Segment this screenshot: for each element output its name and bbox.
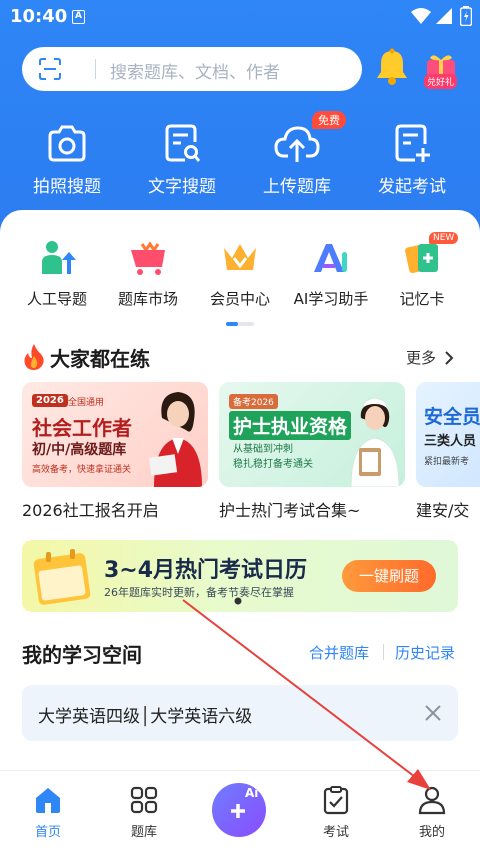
banner-point: 从基础到冲刺: [233, 444, 293, 455]
ai-assistant-icon: [314, 244, 347, 272]
text-search-icon: [165, 124, 201, 162]
nav-label: 我的: [418, 825, 445, 840]
camera-icon: [48, 125, 86, 162]
nav-add-ai-button[interactable]: Ai: [212, 783, 266, 837]
bell-icon[interactable]: [374, 48, 410, 86]
popular-title: 大家都在练: [50, 347, 150, 371]
feature-label: 发起考试: [378, 177, 446, 197]
grid-icon: [130, 786, 158, 814]
study-space-title: 我的学习空间: [22, 643, 142, 667]
banner-general-tag: 全国通用: [68, 398, 105, 408]
banner-title: 安全员: [424, 406, 480, 428]
nav-label: 首页: [34, 825, 61, 840]
banner-note: 高效备考，快速拿证通关: [32, 465, 132, 475]
banner-title: 社会工作者: [32, 416, 132, 440]
wifi-icon: [411, 8, 431, 24]
ai-badge: Ai: [245, 786, 259, 800]
user-icon: [418, 786, 446, 815]
market-cart-icon: [131, 241, 165, 275]
status-bar: 10:40 A: [0, 0, 480, 34]
feature-photo-search[interactable]: 拍照搜题: [17, 124, 117, 197]
person-illustration: [148, 392, 202, 487]
tool-label: 会员中心: [209, 290, 270, 308]
search-placeholder[interactable]: 搜索题库、文档、作者: [110, 58, 280, 83]
feature-label: 上传题库: [263, 177, 331, 197]
search-divider: [95, 59, 96, 79]
tool-memory-card[interactable]: 记忆卡: [374, 238, 470, 308]
calendar-icon: [33, 549, 91, 605]
quick-practice-button[interactable]: 一键刷题: [342, 560, 436, 592]
crown-icon: [224, 244, 256, 270]
header-background: [0, 0, 480, 240]
create-exam-icon: [395, 124, 430, 162]
banner-note: 紧扣最新考: [424, 457, 470, 467]
signal-icon: [436, 8, 452, 24]
feature-text-search[interactable]: 文字搜题: [132, 124, 232, 197]
nav-exam[interactable]: 考试: [301, 771, 371, 852]
tool-ai-assistant[interactable]: AI学习助手: [283, 238, 379, 308]
tool-label: 人工导题: [26, 290, 87, 308]
recent-bank-chip[interactable]: 大学英语四级│大学英语六级: [22, 685, 458, 741]
tool-label: 记忆卡: [399, 290, 445, 308]
tool-manual-import[interactable]: 人工导题: [9, 238, 105, 308]
feature-upload-bank[interactable]: 上传题库: [247, 124, 347, 197]
feature-create-exam[interactable]: 发起考试: [362, 124, 462, 197]
home-icon: [36, 788, 60, 813]
status-time: 10:40: [10, 6, 68, 27]
exam-calendar-promo[interactable]: 3~4月热门考试日历 26年题库实时更新，备考节奏尽在掌握 一键刷题: [22, 540, 458, 612]
banner-social-worker[interactable]: 2026 全国通用 社会工作者 初/中/高级题库 高效备考，快速拿证通关: [22, 382, 208, 487]
nav-question-bank[interactable]: 题库: [109, 771, 179, 852]
nav-label: 考试: [322, 825, 349, 840]
nurse-illustration: [350, 397, 400, 487]
close-icon[interactable]: [424, 704, 442, 722]
notification-a-icon: A: [72, 10, 85, 24]
feature-label: 文字搜题: [148, 177, 216, 197]
banner-subtitle: 初/中/高级题库: [32, 442, 127, 458]
battery-icon: [460, 6, 472, 26]
exam-check-icon: [323, 786, 349, 815]
free-badge: 免费: [312, 111, 346, 129]
nav-home[interactable]: 首页: [13, 771, 83, 852]
banner-safety-officer[interactable]: 安全员 三类人员 紧扣最新考: [416, 382, 480, 487]
cloud-upload-icon: [274, 126, 320, 162]
tool-label: 题库市场: [117, 290, 178, 308]
new-badge: NEW: [429, 232, 459, 244]
nav-label: 题库: [130, 825, 157, 840]
banner-point: 稳扎稳打备考通关: [233, 459, 313, 470]
gift-label[interactable]: 兑好礼: [424, 74, 458, 89]
search-bar[interactable]: 搜索题库、文档、作者: [22, 47, 362, 91]
banner-caption[interactable]: 建安/交: [416, 497, 469, 521]
tool-vip-center[interactable]: 会员中心: [192, 238, 288, 308]
banner-caption[interactable]: 2026社工报名开启: [22, 497, 159, 521]
nav-profile[interactable]: 我的: [397, 771, 467, 852]
promo-subtitle: 26年题库实时更新，备考节奏尽在掌握: [104, 586, 294, 599]
banner-caption[interactable]: 护士热门考试合集~: [219, 497, 360, 521]
tool-label: AI学习助手: [293, 290, 369, 308]
popular-more-link[interactable]: 更多: [406, 347, 436, 368]
manual-import-icon: [42, 241, 76, 274]
banner-subtitle: 三类人员: [424, 434, 477, 449]
link-divider: [383, 644, 384, 660]
fire-icon: [24, 344, 44, 370]
memory-card-icon: [405, 244, 438, 274]
banner-nurse[interactable]: 备考2026 护士执业资格 从基础到冲刺 稳扎稳打备考通关: [219, 382, 405, 487]
feature-label: 拍照搜题: [33, 177, 101, 197]
merge-bank-link[interactable]: 合并题库: [309, 642, 369, 663]
tools-page-indicator: [226, 322, 254, 326]
banner-tag: 备考2026: [229, 394, 278, 409]
recent-bank-text[interactable]: 大学英语四级│大学英语六级: [38, 702, 252, 727]
promo-title: 3~4月热门考试日历: [104, 558, 308, 583]
chevron-right-icon[interactable]: [444, 350, 454, 366]
tool-bank-market[interactable]: 题库市场: [100, 238, 196, 308]
scan-icon[interactable]: [38, 58, 62, 80]
banner-title: 护士执业资格: [229, 411, 352, 440]
banner-year-tag: 2026: [32, 394, 68, 407]
history-link[interactable]: 历史记录: [395, 642, 455, 663]
